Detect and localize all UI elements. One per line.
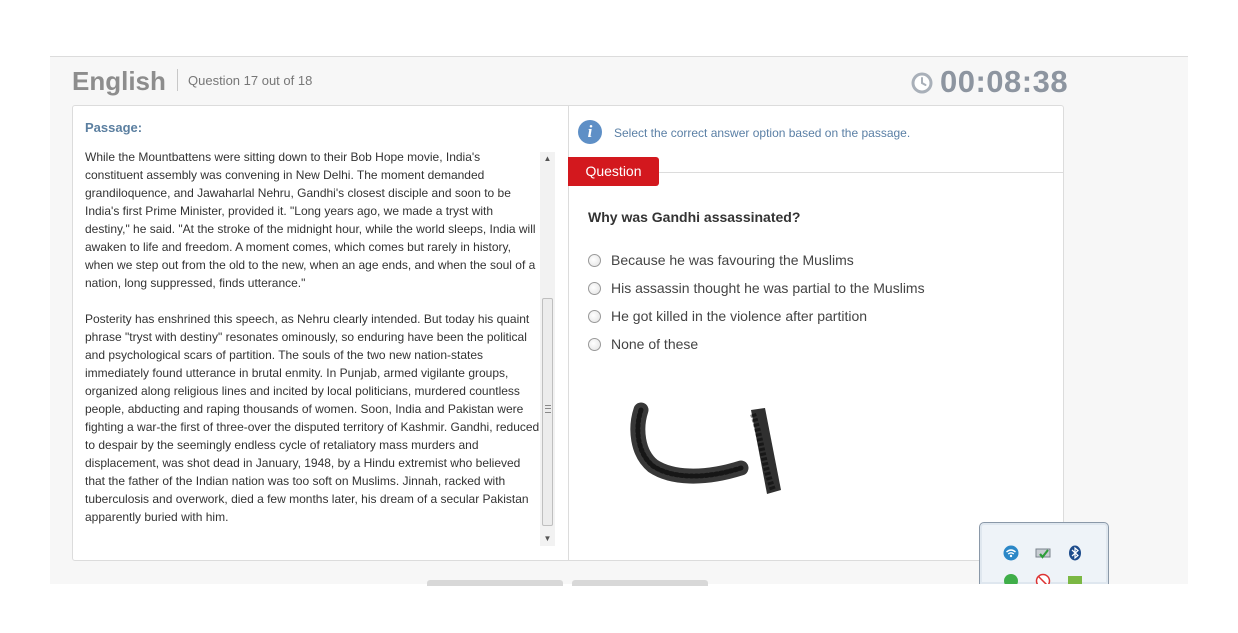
radio-button[interactable]	[588, 309, 601, 323]
footer-button-2[interactable]	[572, 580, 708, 586]
clock-icon	[911, 72, 933, 94]
option-label[interactable]: Because he was favouring the Muslims	[611, 252, 854, 268]
question-text: Why was Gandhi assassinated?	[588, 209, 801, 225]
scroll-thumb[interactable]	[542, 298, 553, 526]
green-status-icon[interactable]	[1003, 573, 1019, 584]
scroll-grip-icon	[545, 405, 551, 413]
answer-option-1[interactable]: Because he was favouring the Muslims	[588, 246, 925, 274]
passage-paragraph: Posterity has enshrined this speech, as …	[85, 312, 540, 524]
instruction-text: Select the correct answer option based o…	[614, 126, 911, 140]
passage-paragraph: While the Mountbattens were sitting down…	[85, 150, 536, 290]
answer-option-3[interactable]: He got killed in the violence after part…	[588, 302, 925, 330]
passage-scrollbar[interactable]: ▲ ▼	[540, 152, 555, 546]
exam-app: English Question 17 out of 18 00:08:38 P…	[50, 56, 1188, 586]
option-label[interactable]: None of these	[611, 336, 698, 352]
scroll-down-arrow-icon[interactable]: ▼	[540, 532, 555, 546]
footer-button-1[interactable]	[427, 580, 563, 586]
wifi-icon[interactable]	[1003, 545, 1019, 561]
timer-value: 00:08:38	[940, 64, 1069, 99]
radio-button[interactable]	[588, 281, 601, 295]
radio-button[interactable]	[588, 253, 601, 267]
scroll-up-arrow-icon[interactable]: ▲	[540, 152, 555, 166]
header-separator	[177, 69, 178, 91]
handwritten-scribble	[630, 402, 781, 494]
info-icon: i	[578, 120, 602, 144]
question-panel: Passage: While the Mountbattens were sit…	[72, 105, 1064, 561]
tab-question[interactable]: Question	[568, 157, 659, 186]
system-tray-popup	[979, 522, 1109, 584]
option-label[interactable]: His assassin thought he was partial to t…	[611, 280, 925, 296]
radio-button[interactable]	[588, 337, 601, 351]
passage-text: While the Mountbattens were sitting down…	[85, 148, 541, 544]
answer-option-4[interactable]: None of these	[588, 330, 925, 358]
green-square-icon[interactable]	[1067, 575, 1083, 584]
passage-title: Passage:	[85, 120, 143, 135]
bluetooth-icon[interactable]	[1067, 545, 1083, 561]
answer-option-2[interactable]: His assassin thought he was partial to t…	[588, 274, 925, 302]
subject-title: English	[72, 66, 166, 96]
timer: 00:08:38	[910, 64, 1069, 99]
network-check-icon[interactable]	[1035, 545, 1051, 561]
blocked-icon[interactable]	[1035, 573, 1051, 584]
answer-options: Because he was favouring the Muslims His…	[588, 246, 925, 358]
question-counter: Question 17 out of 18	[188, 73, 313, 88]
option-label[interactable]: He got killed in the violence after part…	[611, 308, 867, 324]
